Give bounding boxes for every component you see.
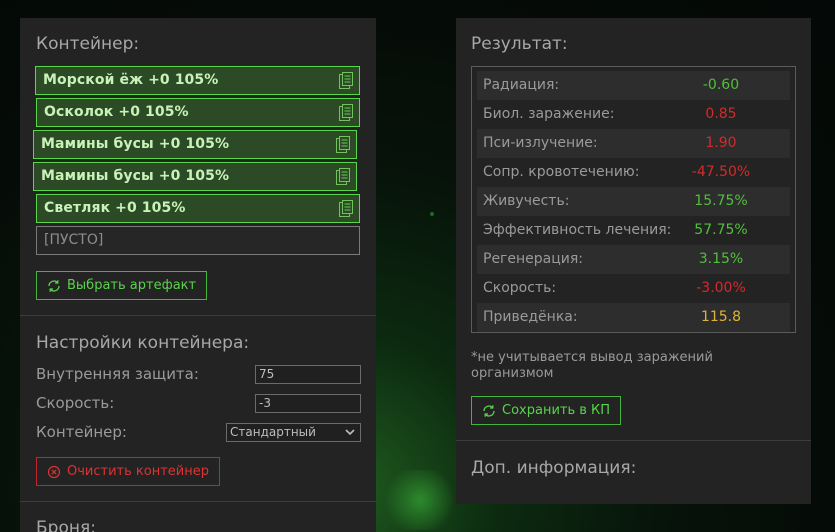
result-name: Радиация: (483, 77, 560, 93)
container-type-select[interactable]: Стандартный (226, 423, 361, 442)
chevron-down-icon (345, 429, 355, 436)
slot-label: Светляк +0 105% (44, 200, 186, 216)
slot-label: [ПУСТО] (44, 232, 104, 248)
result-row-regeneration: Регенерация: 3.15% (477, 245, 790, 274)
speed-label: Скорость: (36, 394, 115, 412)
container-panel: Контейнер: Морской ёж +0 105% Осколок +0… (20, 18, 376, 532)
background-dot (430, 212, 434, 216)
slot-label: Мамины бусы +0 105% (41, 168, 230, 184)
clear-container-label: Очистить контейнер (67, 464, 209, 479)
result-name: Сопр. кровотечению: (483, 164, 640, 180)
result-value: 15.75% (694, 193, 748, 209)
container-slot-4[interactable]: Мамины бусы +0 105% (33, 162, 357, 191)
result-value: 3.15% (698, 251, 744, 267)
result-value: -3.00% (696, 280, 746, 296)
result-row-reduced: Приведёнка: 115.8 (477, 303, 790, 332)
internal-protection-label: Внутренняя защита: (36, 365, 199, 383)
section-divider (20, 315, 376, 316)
document-icon[interactable] (336, 136, 350, 153)
result-name: Живучесть: (483, 193, 570, 209)
slot-label: Осколок +0 105% (44, 104, 189, 120)
choose-artifact-button[interactable]: Выбрать артефакт (36, 271, 208, 300)
result-row-bleeding: Сопр. кровотечению: -47.50% (477, 158, 790, 187)
result-value: -0.60 (702, 77, 740, 93)
result-row-vitality: Живучесть: 15.75% (477, 187, 790, 216)
result-name: Биол. заражение: (483, 106, 615, 122)
container-type-value: Стандартный (230, 425, 316, 439)
result-row-radiation: Радиация: -0.60 (477, 71, 790, 100)
result-row-bio: Биол. заражение: 0.85 (477, 100, 790, 129)
result-title: Результат: (471, 34, 568, 54)
result-note: *не учитывается вывод заражений организм… (471, 350, 713, 381)
slot-label: Мамины бусы +0 105% (41, 136, 230, 152)
save-to-kp-button[interactable]: Сохранить в КП (471, 396, 622, 425)
result-name: Эффективность лечения: (483, 222, 672, 238)
armor-title: Броня: (36, 518, 96, 532)
result-name: Приведёнка: (483, 309, 578, 325)
choose-artifact-label: Выбрать артефакт (67, 278, 197, 293)
internal-protection-input[interactable]: 75 (255, 365, 361, 384)
document-icon[interactable] (339, 200, 353, 217)
section-divider (20, 501, 376, 502)
document-icon[interactable] (336, 168, 350, 185)
clear-container-button[interactable]: Очистить контейнер (36, 457, 220, 486)
refresh-icon (483, 405, 495, 417)
settings-title: Настройки контейнера: (36, 333, 250, 353)
document-icon[interactable] (339, 72, 353, 89)
result-value: 57.75% (694, 222, 748, 238)
container-slot-empty[interactable]: [ПУСТО] (36, 226, 360, 255)
result-value: 0.85 (705, 106, 737, 122)
container-type-label: Контейнер: (36, 423, 127, 441)
result-value: 115.8 (700, 309, 742, 325)
background-glow (380, 470, 460, 530)
container-slot-3[interactable]: Мамины бусы +0 105% (33, 130, 357, 159)
close-circle-icon (47, 465, 61, 479)
container-slot-1[interactable]: Морской ёж +0 105% (35, 66, 360, 95)
result-table: Радиация: -0.60 Биол. заражение: 0.85 Пси-… (471, 66, 796, 333)
result-name: Регенерация: (483, 251, 584, 267)
result-row-psi: Пси-излучение: 1.90 (477, 129, 790, 158)
document-icon[interactable] (339, 104, 353, 121)
result-value: -47.50% (691, 164, 751, 180)
slot-label: Морской ёж +0 105% (43, 72, 219, 88)
save-to-kp-label: Сохранить в КП (502, 403, 611, 418)
result-row-speed: Скорость: -3.00% (477, 274, 790, 303)
container-slot-2[interactable]: Осколок +0 105% (36, 98, 360, 127)
result-value: 1.90 (705, 135, 737, 151)
result-name: Скорость: (483, 280, 557, 296)
container-slot-5[interactable]: Светляк +0 105% (36, 194, 360, 223)
speed-input[interactable]: -3 (255, 394, 361, 413)
refresh-icon (48, 280, 60, 292)
container-title: Контейнер: (36, 34, 140, 54)
result-name: Пси-излучение: (483, 135, 598, 151)
section-divider (456, 440, 811, 441)
result-row-healing: Эффективность лечения: 57.75% (477, 216, 790, 245)
extra-info-title[interactable]: Доп. информация: (471, 458, 636, 478)
result-panel: Результат: Радиация: -0.60 Биол. заражени… (456, 18, 811, 504)
